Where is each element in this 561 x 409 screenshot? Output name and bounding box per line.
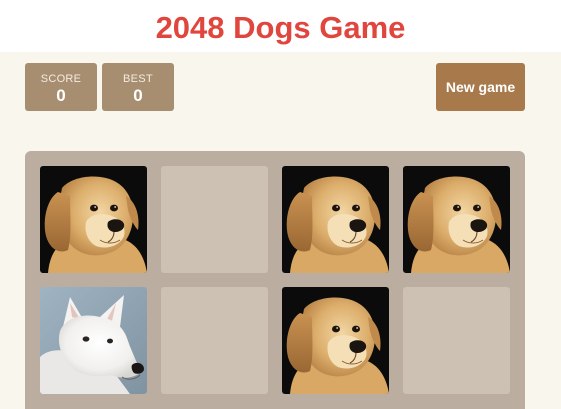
empty-cell: [403, 287, 510, 394]
white-dog-image: [40, 287, 147, 394]
golden-puppy-image: [40, 166, 147, 273]
tile-white-dog: [40, 287, 147, 394]
page-title: 2048 Dogs Game: [155, 9, 406, 45]
tile-golden-puppy: [403, 166, 510, 273]
score-box: SCORE 0: [25, 63, 97, 111]
empty-cell: [161, 166, 268, 273]
game-board[interactable]: [25, 151, 525, 409]
best-score-box: BEST 0: [102, 63, 174, 111]
golden-puppy-image: [403, 166, 510, 273]
tile-golden-puppy: [282, 287, 389, 394]
new-game-button[interactable]: New game: [436, 63, 525, 111]
tile-golden-puppy: [40, 166, 147, 273]
golden-puppy-image: [282, 287, 389, 394]
tile-golden-puppy: [282, 166, 389, 273]
score-value: 0: [56, 86, 66, 105]
best-label: BEST: [123, 73, 153, 85]
header: 2048 Dogs Game: [0, 0, 561, 52]
empty-cell: [161, 287, 268, 394]
score-label: SCORE: [40, 73, 82, 85]
golden-puppy-image: [282, 166, 389, 273]
game-area: SCORE 0 BEST 0 New game: [0, 52, 561, 409]
best-value: 0: [133, 86, 143, 105]
